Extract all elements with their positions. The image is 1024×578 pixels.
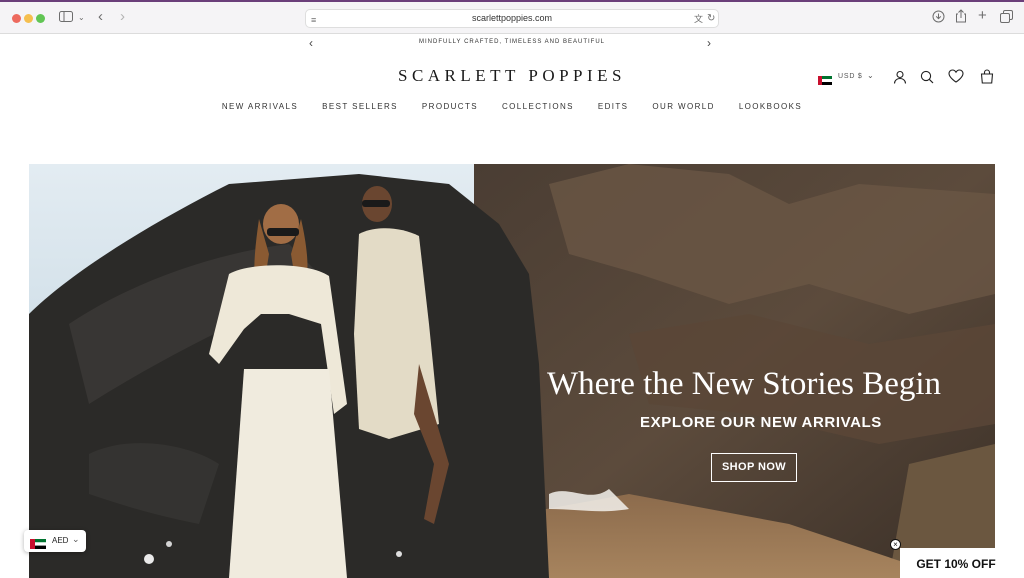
main-navigation: NEW ARRIVALS BEST SELLERS PRODUCTS COLLE… <box>0 102 1024 111</box>
url-text: scarlettpoppies.com <box>471 13 553 23</box>
address-bar[interactable]: ≡ scarlettpoppies.com 文 ↻ <box>305 9 719 28</box>
shop-now-button[interactable]: SHOP NOW <box>711 453 797 482</box>
promo-text: MINDFULLY CRAFTED, TIMELESS AND BEAUTIFU… <box>418 39 606 45</box>
currency-selector[interactable]: USD $ <box>838 73 863 80</box>
search-icon[interactable] <box>920 70 934 89</box>
sidebar-toggle-icon[interactable] <box>59 11 73 25</box>
minimize-window-button[interactable] <box>24 14 33 23</box>
wishlist-heart-icon[interactable] <box>948 69 964 88</box>
hero-subtitle: EXPLORE OUR NEW ARRIVALS <box>640 414 882 431</box>
hero-title: Where the New Stories Begin <box>547 366 942 402</box>
nav-new-arrivals[interactable]: NEW ARRIVALS <box>222 102 298 111</box>
chevron-down-icon: ⌄ <box>72 534 80 544</box>
discount-tab-label: GET 10% OFF <box>916 557 996 571</box>
zoom-window-button[interactable] <box>36 14 45 23</box>
currency-widget-label: AED <box>52 536 69 545</box>
currency-widget[interactable]: AED ⌄ <box>24 530 86 552</box>
reload-icon[interactable]: ↻ <box>707 12 715 26</box>
nav-edits[interactable]: EDITS <box>598 102 629 111</box>
nav-our-world[interactable]: OUR WORLD <box>652 102 714 111</box>
chevron-down-icon[interactable]: ⌄ <box>78 11 85 25</box>
hero-banner[interactable]: Where the New Stories Begin EXPLORE OUR … <box>29 164 995 578</box>
tab-overview-icon[interactable] <box>1000 10 1013 26</box>
chevron-down-icon[interactable]: ⌄ <box>867 71 874 80</box>
new-tab-icon[interactable]: + <box>978 8 987 23</box>
nav-collections[interactable]: COLLECTIONS <box>502 102 574 111</box>
account-icon[interactable] <box>893 70 907 89</box>
forward-button[interactable]: › <box>120 9 125 24</box>
back-button[interactable]: ‹ <box>98 9 103 24</box>
discount-tab[interactable]: GET 10% OFF <box>900 548 1012 578</box>
browser-toolbar: ⌄ ‹ › ≡ scarlettpoppies.com 文 ↻ + <box>0 0 1024 34</box>
translate-icon[interactable]: 文 <box>694 12 703 26</box>
nav-lookbooks[interactable]: LOOKBOOKS <box>739 102 802 111</box>
uae-flag-icon <box>30 536 46 554</box>
nav-best-sellers[interactable]: BEST SELLERS <box>322 102 398 111</box>
nav-products[interactable]: PRODUCTS <box>422 102 478 111</box>
download-icon[interactable] <box>932 10 945 26</box>
uae-flag-icon <box>818 72 832 85</box>
promo-next-button[interactable]: › <box>707 36 711 50</box>
cart-bag-icon[interactable] <box>980 69 994 89</box>
share-icon[interactable] <box>955 9 967 26</box>
close-window-button[interactable] <box>12 14 21 23</box>
